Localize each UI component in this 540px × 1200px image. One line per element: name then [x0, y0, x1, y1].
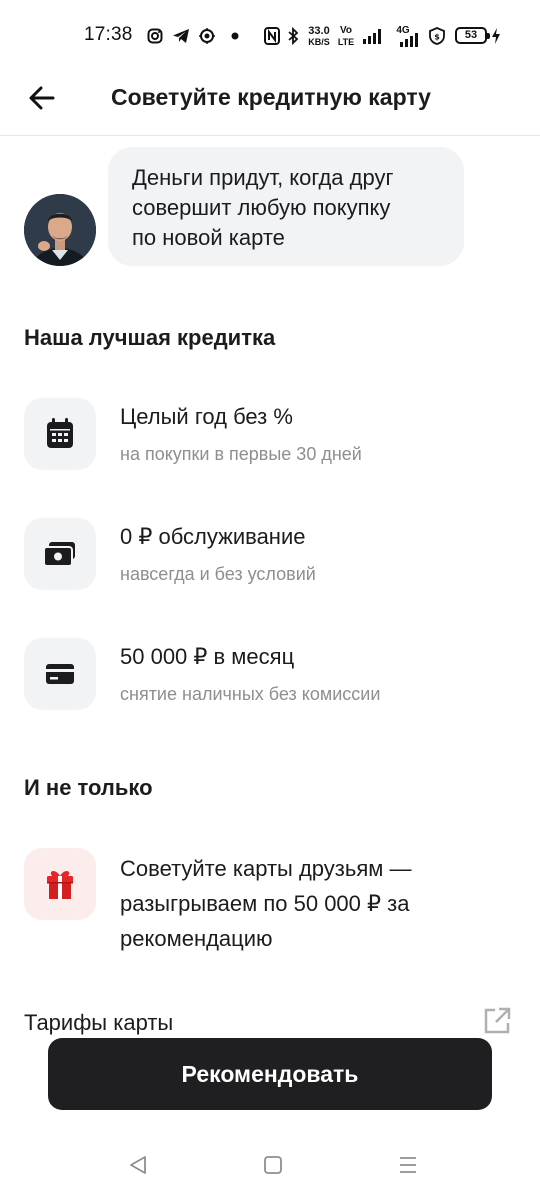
message-line: Деньги придут, когда друг — [132, 165, 394, 190]
promo-line: рекомендацию — [120, 926, 273, 951]
back-button[interactable] — [22, 80, 62, 120]
system-nav-bar — [0, 1130, 540, 1200]
app-bar: Советуйте кредитную карту — [0, 72, 540, 136]
feature-subtitle: снятие наличных без комиссии — [120, 684, 381, 704]
volte-top: Vo — [339, 25, 353, 36]
shield-icon: $ — [428, 26, 446, 46]
net-speed-unit: KB/S — [308, 37, 330, 47]
feature-subtitle: навсегда и без условий — [120, 564, 316, 584]
tariffs-label: Тарифы карты — [24, 1010, 174, 1035]
feature-title: 0 ₽ обслуживание — [120, 524, 306, 549]
recents-menu-icon[interactable] — [388, 1150, 428, 1180]
external-link-icon — [482, 1006, 512, 1036]
message-bubble: Деньги придут, когда друг совершит любую… — [108, 147, 464, 266]
feature-item: 0 ₽ обслуживание навсегда и без условий — [24, 518, 516, 590]
feature-item: Целый год без % на покупки в первые 30 д… — [24, 398, 516, 470]
message-line: совершит любую покупку — [132, 195, 391, 220]
card-icon — [24, 638, 96, 710]
message-line: по новой карте — [132, 225, 285, 250]
battery-icon: 53 — [455, 27, 490, 44]
gift-icon — [24, 848, 96, 920]
telegram-icon — [171, 26, 191, 46]
signal-icon — [362, 26, 384, 46]
promo-line: разыгрываем по 50 000 ₽ за — [120, 891, 410, 916]
app-icon — [197, 26, 217, 46]
section-title-best-card: Наша лучшая кредитка — [24, 325, 276, 350]
promo-text: Советуйте карты друзьям — разыгрываем по… — [120, 851, 480, 956]
home-square-icon[interactable] — [253, 1150, 293, 1180]
signal-icon — [398, 30, 422, 50]
recommend-button[interactable]: Рекомендовать — [48, 1038, 492, 1110]
feature-title: Целый год без % — [120, 404, 293, 429]
feature-title: 50 000 ₽ в месяц — [120, 644, 295, 669]
avatar — [24, 194, 96, 266]
volte-bottom: LTE — [337, 37, 355, 47]
calendar-icon — [24, 398, 96, 470]
back-triangle-icon[interactable] — [118, 1150, 158, 1180]
cash-icon — [24, 518, 96, 590]
nfc-icon — [263, 26, 281, 46]
promo-line: Советуйте карты друзьям — — [120, 856, 412, 881]
dot-icon — [230, 26, 240, 46]
section-title-more: И не только — [24, 775, 153, 800]
status-time: 17:38 — [84, 24, 133, 45]
page-title: Советуйте кредитную карту — [111, 84, 431, 110]
svg-text:$: $ — [434, 33, 440, 42]
feature-subtitle: на покупки в первые 30 дней — [120, 444, 362, 464]
status-bar: 17:38 33.0 KB/S Vo LTE 4G $ 53 — [0, 0, 540, 72]
arrow-left-icon — [29, 86, 55, 115]
net-speed-value: 33.0 — [308, 25, 330, 37]
bluetooth-icon — [286, 26, 300, 46]
instagram-icon — [146, 26, 164, 46]
charging-icon — [490, 26, 502, 46]
feature-item: 50 000 ₽ в месяц снятие наличных без ком… — [24, 638, 516, 710]
